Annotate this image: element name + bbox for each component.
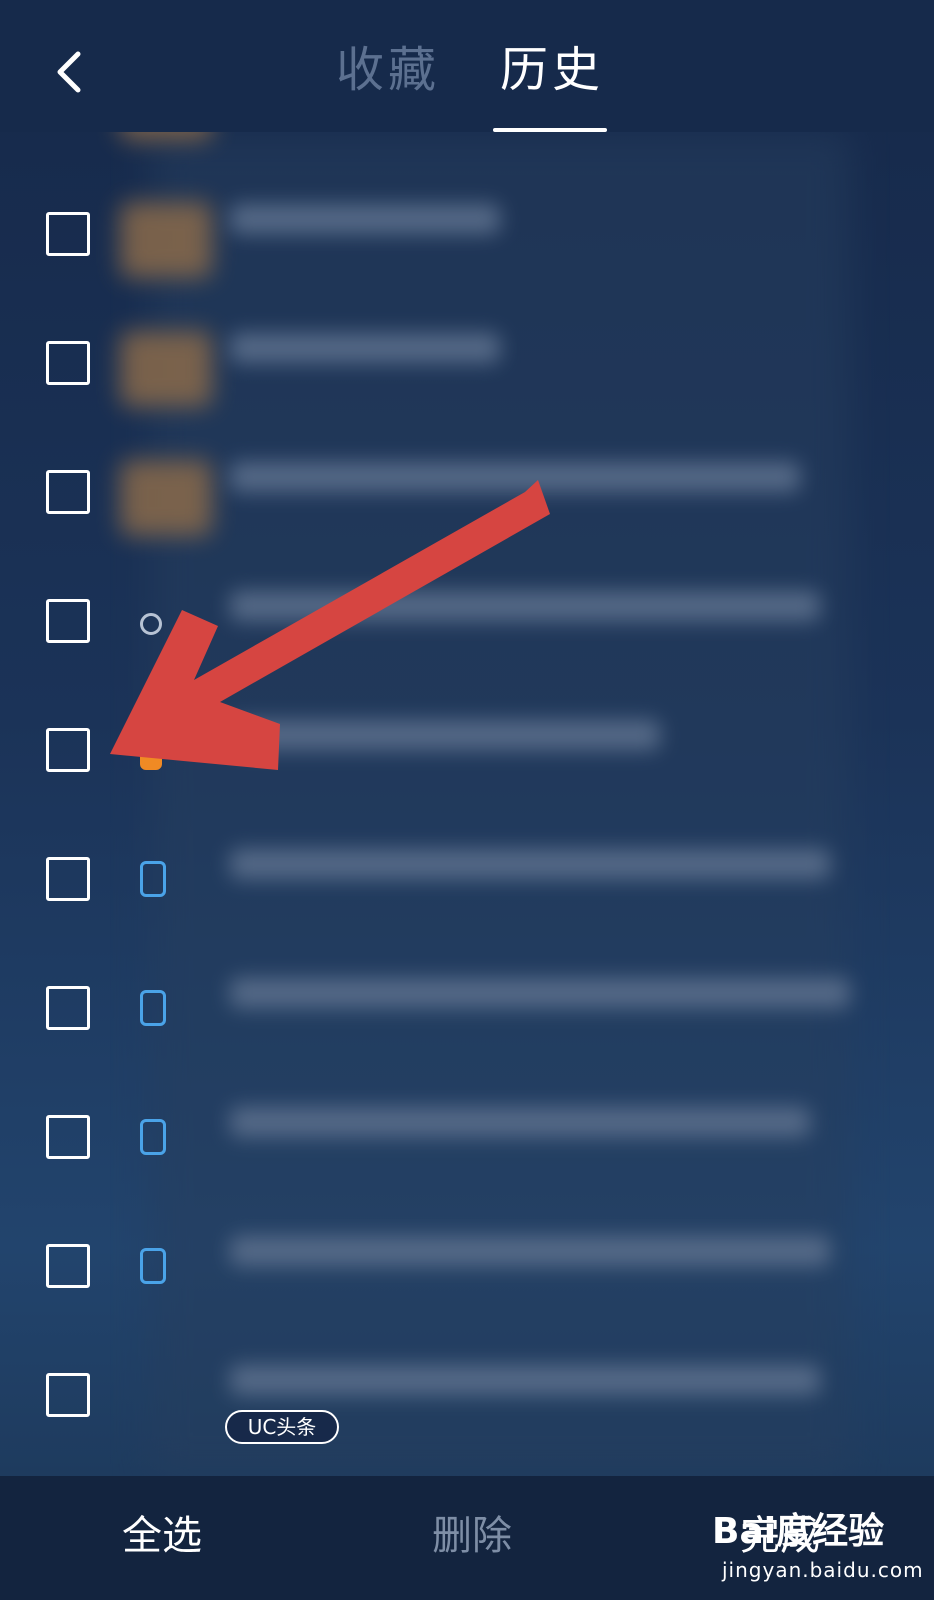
active-tab-indicator [493,128,607,132]
thumbnail-icon [120,132,212,140]
red-arrow-icon [110,480,550,770]
history-list [0,132,934,1476]
blurred-title [230,333,500,363]
tab-favorites[interactable]: 收藏 [336,40,440,100]
row-checkbox[interactable] [46,1115,90,1159]
blurred-title [230,1365,820,1395]
thumbnail-icon [120,202,212,278]
list-item[interactable] [0,303,934,433]
watermark-logo: Bai度经验 [712,1511,885,1552]
list-item[interactable] [0,132,934,166]
document-icon [140,990,166,1026]
chevron-left-icon [57,51,81,93]
row-checkbox[interactable] [46,470,90,514]
blurred-title [230,849,830,879]
blurred-title [230,1107,810,1137]
list-item[interactable] [0,1077,934,1207]
back-button[interactable] [40,36,100,106]
row-checkbox[interactable] [46,728,90,772]
row-checkbox[interactable] [46,212,90,256]
blurred-title [230,978,850,1008]
blurred-title [230,204,500,234]
list-item[interactable] [0,948,934,1078]
document-icon [140,861,166,897]
document-icon [140,1119,166,1155]
row-checkbox[interactable] [46,599,90,643]
list-item[interactable] [0,1206,934,1336]
row-checkbox[interactable] [46,1244,90,1288]
row-checkbox[interactable] [46,857,90,901]
list-item[interactable] [0,1335,934,1465]
document-icon [140,1248,166,1284]
list-item[interactable] [0,174,934,304]
thumbnail-icon [120,331,212,407]
blurred-title [230,1236,830,1266]
top-bar: 收藏 历史 [0,0,934,132]
list-item[interactable] [0,819,934,949]
row-checkbox[interactable] [46,986,90,1030]
tab-history[interactable]: 历史 [500,40,604,100]
row-checkbox[interactable] [46,341,90,385]
row-checkbox[interactable] [46,1373,90,1417]
watermark-url: jingyan.baidu.com [722,1558,924,1582]
baidu-jingyan-watermark: Bai度经验 jingyan.baidu.com [712,1496,924,1592]
select-all-button[interactable]: 全选 [122,1506,202,1566]
delete-button[interactable]: 删除 [432,1506,512,1566]
source-tag: UC头条 [225,1410,339,1444]
